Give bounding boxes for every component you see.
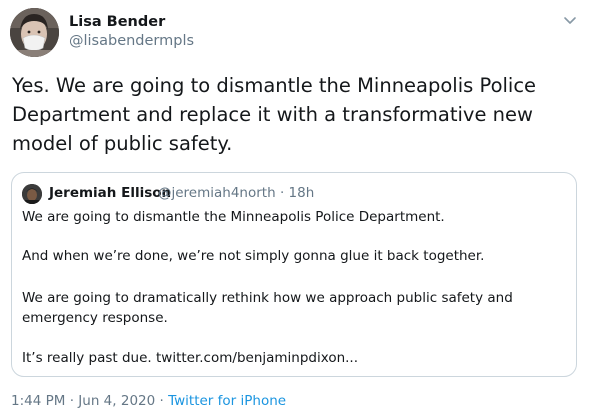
avatar[interactable] [10,8,59,57]
author-name[interactable]: Lisa Bender [69,14,165,30]
quoted-tweet[interactable]: Jeremiah Ellison @jeremiah4north · 18h W… [11,172,577,377]
footer-separator-1: · [69,393,74,409]
avatar-photo [10,8,59,57]
tweet-time[interactable]: 1:44 PM [11,393,65,409]
quoted-avatar-photo [22,184,42,204]
tweet-date[interactable]: Jun 4, 2020 [78,393,155,409]
quoted-separator: · [279,185,285,201]
quoted-author-handle[interactable]: @jeremiah4north [158,185,276,201]
tweet-text: Yes. We are going to dismantle the Minne… [12,74,537,155]
quoted-avatar[interactable] [22,184,42,204]
quoted-age[interactable]: 18h [289,185,315,201]
quoted-line-3: We are going to dramatically rethink how… [22,290,513,326]
quoted-line-1: We are going to dismantle the Minneapoli… [22,209,445,225]
quoted-meta: @jeremiah4north · 18h [158,185,314,201]
tweet-footer: 1:44 PM · Jun 4, 2020 · Twitter for iPho… [11,393,286,409]
tweet-card: Lisa Bender @lisabendermpls Yes. We are … [0,0,589,417]
quoted-line-4: It’s really past due. twitter.com/benjam… [22,350,359,366]
quoted-line-2: And when we’re done, we’re not simply go… [22,248,485,264]
footer-separator-2: · [159,393,164,409]
quoted-author-name[interactable]: Jeremiah Ellison [49,185,171,201]
tweet-source-link[interactable]: Twitter for iPhone [168,393,286,409]
chevron-down-icon[interactable] [561,11,579,29]
author-handle[interactable]: @lisabendermpls [69,33,194,49]
